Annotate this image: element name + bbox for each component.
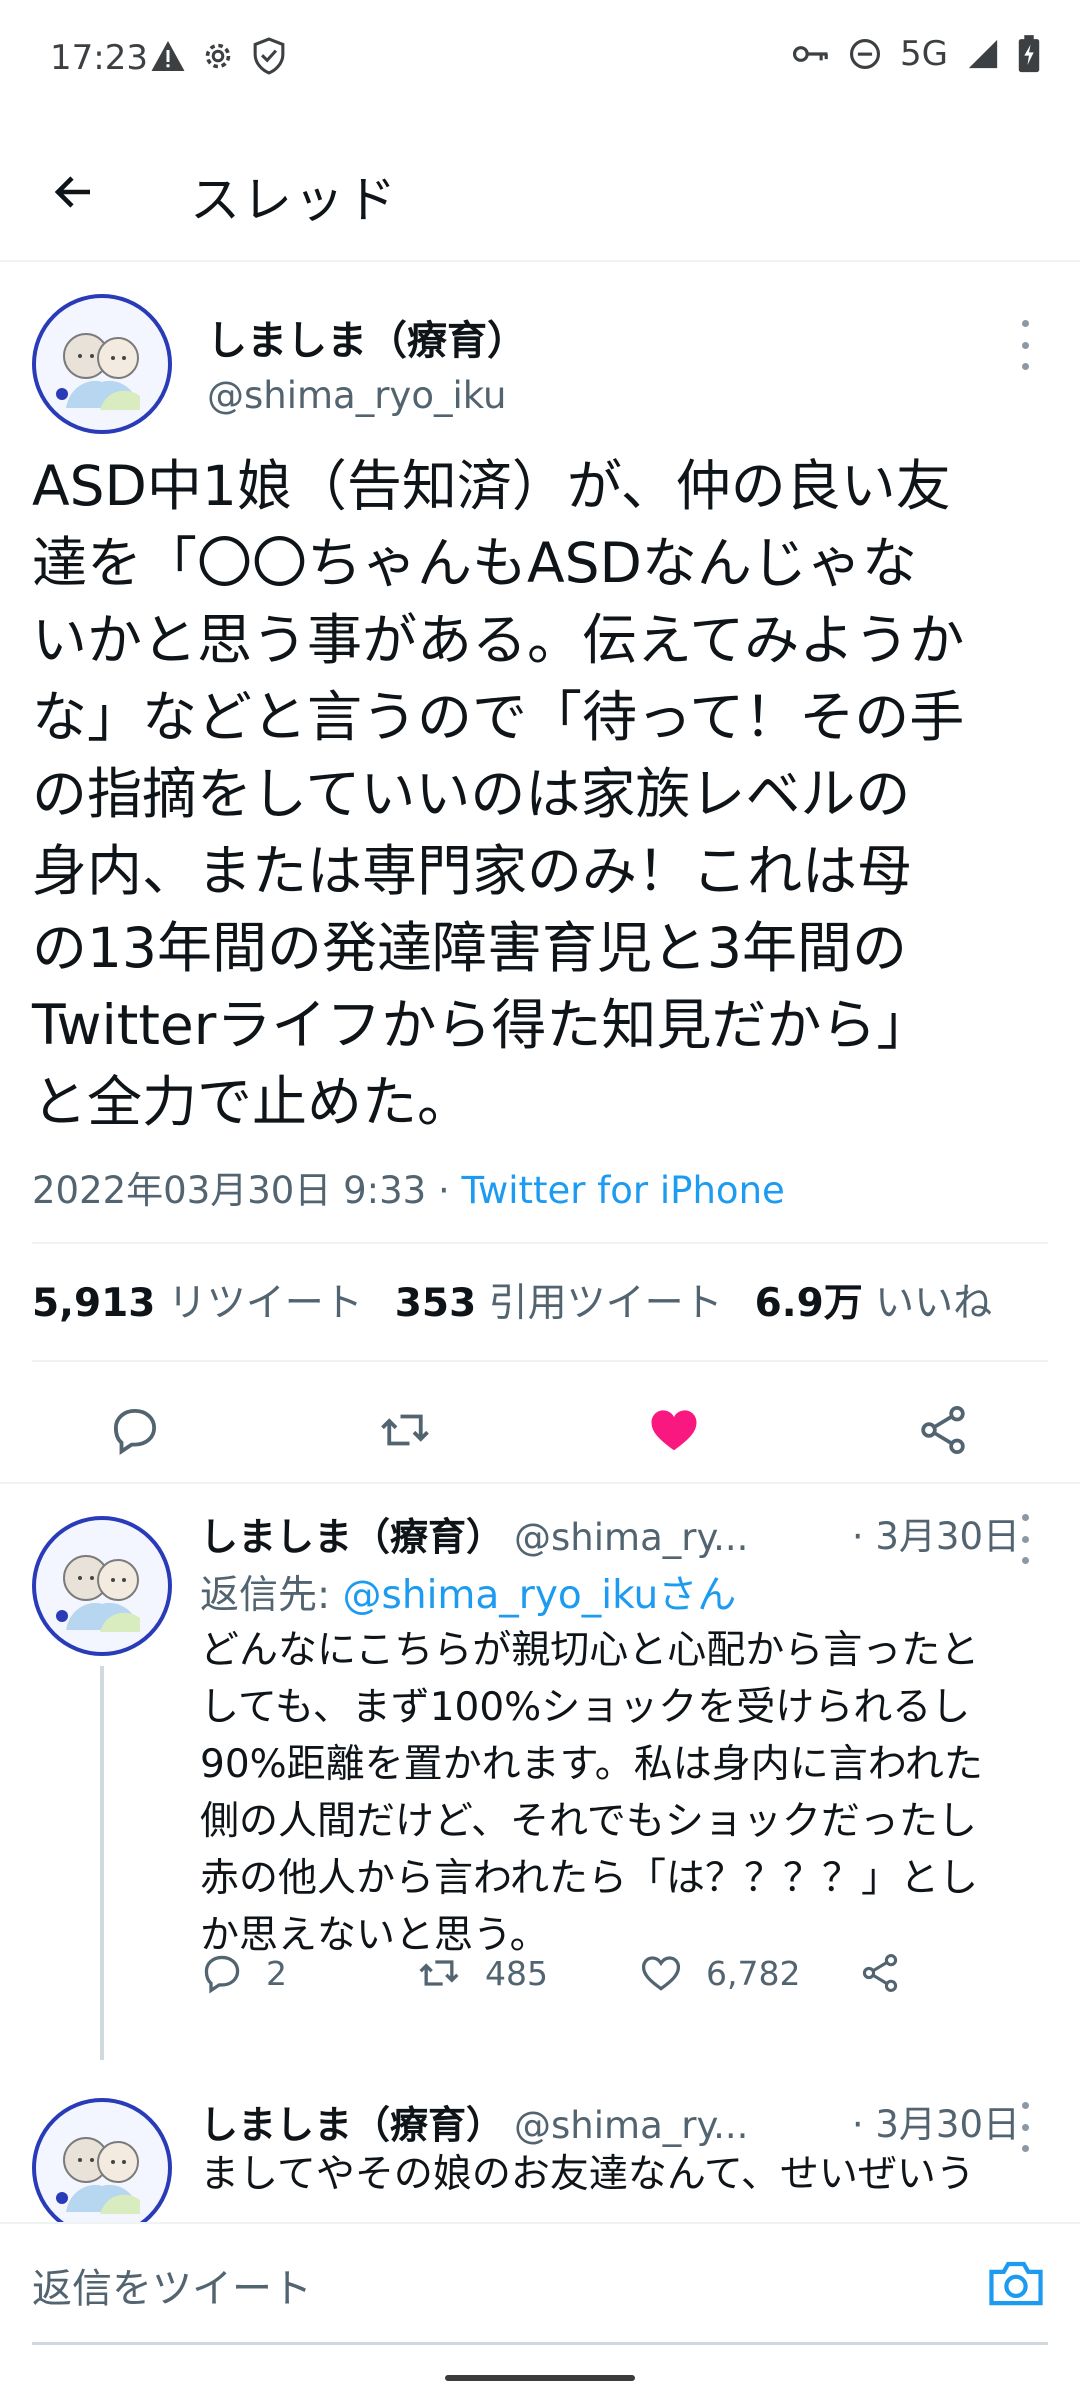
avatar[interactable] — [32, 1516, 172, 1656]
tweet-source[interactable]: Twitter for iPhone — [461, 1169, 784, 1212]
more-options-icon[interactable] — [1010, 2102, 1040, 2152]
reply-input-underline — [32, 2342, 1048, 2345]
avatar-illustration-icon — [42, 304, 162, 424]
retweet-button[interactable]: 485 — [415, 1951, 548, 1995]
reply-tweet[interactable]: しましま（療育） @shima_ry... · 3月30日 ましてやその娘のお友達… — [0, 2066, 1080, 2222]
thread-line — [100, 1666, 104, 2060]
meta-separator: · — [426, 1169, 462, 1212]
author-handle[interactable]: @shima_ryo_iku — [207, 374, 507, 417]
share-icon — [862, 1954, 898, 1992]
quotes-label: 引用ツイート — [488, 1281, 723, 1326]
retweet-count: 485 — [485, 1953, 548, 1993]
reply-compose-bar: 返信をツイート — [0, 2222, 1080, 2345]
battery-icon — [1018, 35, 1040, 73]
app-header: スレッド — [0, 120, 1080, 262]
quotes-count: 353 — [394, 1281, 477, 1326]
network-label: 5G — [900, 34, 948, 74]
arrow-left-icon — [54, 176, 90, 208]
tweet-text: ASD中1娘（告知済）が、仲の良い友 達を「〇〇ちゃんもASDなんじゃな いかと… — [32, 454, 965, 1134]
avatar-illustration-icon — [42, 1526, 162, 1646]
dnd-icon — [849, 38, 881, 70]
like-button[interactable]: 6,782 — [638, 1951, 800, 1995]
tweet-meta: 2022年03月30日 9:33 · Twitter for iPhone — [32, 1160, 785, 1214]
tweet-actions — [0, 1390, 1080, 1470]
reply-author-name[interactable]: しましま（療育） — [200, 1515, 504, 1559]
divider — [32, 1360, 1048, 1362]
likes-stat[interactable]: 6.9万 いいね — [755, 1272, 993, 1328]
status-bar: 17:23 5G — [0, 0, 1080, 120]
status-right-icons: 5G — [792, 34, 1040, 74]
divider — [32, 1242, 1048, 1244]
key-icon — [792, 46, 828, 62]
reply-button[interactable] — [95, 1390, 175, 1470]
reply-count: 2 — [266, 1953, 287, 1993]
reply-to-label: 返信先: — [200, 1573, 343, 1618]
avatar[interactable] — [32, 294, 172, 434]
retweets-count: 5,913 — [32, 1281, 156, 1326]
like-count: 6,782 — [706, 1953, 801, 1993]
likes-label: いいね — [875, 1281, 993, 1326]
comment-icon — [113, 1408, 157, 1455]
retweets-stat[interactable]: 5,913 リツイート — [32, 1272, 363, 1328]
warning-icon — [151, 41, 185, 71]
retweet-icon — [381, 1414, 429, 1446]
likes-count: 6.9万 — [754, 1281, 863, 1326]
like-button[interactable] — [634, 1390, 714, 1470]
share-button[interactable] — [903, 1390, 983, 1470]
share-button[interactable] — [858, 1951, 902, 1995]
camera-icon — [989, 2261, 1043, 2306]
status-time: 17:23 — [50, 38, 148, 78]
retweet-icon — [419, 1960, 459, 1986]
reply-to: 返信先: @shima_ryo_ikuさん — [200, 1564, 736, 1620]
retweets-label: リツイート — [167, 1281, 363, 1326]
share-icon — [921, 1405, 965, 1455]
reply-to-handle[interactable]: @shima_ryo_ikuさん — [343, 1573, 737, 1618]
reply-text: ましてやその娘のお友達なんて、せいぜいう — [200, 2152, 975, 2197]
reply-tweet[interactable]: しましま（療育） @shima_ry... · 3月30日 返信先: @shima… — [0, 1486, 1080, 2060]
retweet-button[interactable] — [365, 1390, 445, 1470]
main-tweet[interactable]: しましま（療育） @shima_ryo_iku ASD中1娘（告知済）が、仲の良… — [0, 262, 1080, 1484]
reply-button[interactable]: 2 — [200, 1951, 287, 1995]
reply-input[interactable]: 返信をツイート — [32, 2256, 312, 2314]
heart-filled-icon — [651, 1410, 697, 1451]
tweet-timestamp[interactable]: 2022年03月30日 9:33 — [32, 1169, 426, 1212]
quotes-stat[interactable]: 353 引用ツイート — [395, 1272, 723, 1328]
reply-text: どんなにこちらが親切心と心配から言ったと しても、まず100%ショックを受けられ… — [200, 1628, 983, 1958]
comment-icon — [204, 1955, 240, 1994]
reply-author-handle[interactable]: @shima_ry... — [514, 1516, 748, 1559]
reply-date[interactable]: · 3月30日 — [843, 1506, 1020, 1560]
more-options-icon[interactable] — [1010, 1514, 1040, 1564]
reply-author-handle[interactable]: @shima_ry... — [514, 2104, 748, 2147]
gear-icon — [205, 43, 231, 69]
status-left-icons — [150, 36, 288, 76]
reply-actions: 2 485 6,782 — [200, 1951, 1000, 2007]
camera-button[interactable] — [985, 2252, 1047, 2314]
back-button[interactable] — [44, 162, 104, 222]
signal-icon — [968, 39, 998, 69]
heart-icon — [641, 1956, 681, 1991]
home-indicator[interactable] — [445, 2375, 635, 2381]
avatar-illustration-icon — [42, 2108, 162, 2222]
tweet-stats: 5,913 リツイート 353 引用ツイート 6.9万 いいね — [32, 1272, 992, 1328]
reply-date[interactable]: · 3月30日 — [843, 2094, 1020, 2148]
reply-author-name[interactable]: しましま（療育） — [200, 2103, 504, 2147]
shield-icon — [253, 37, 285, 75]
author-name[interactable]: しましま（療育） — [207, 308, 527, 366]
page-title: スレッド — [190, 171, 398, 229]
avatar[interactable] — [32, 2098, 172, 2222]
more-options-icon[interactable] — [1010, 320, 1040, 370]
